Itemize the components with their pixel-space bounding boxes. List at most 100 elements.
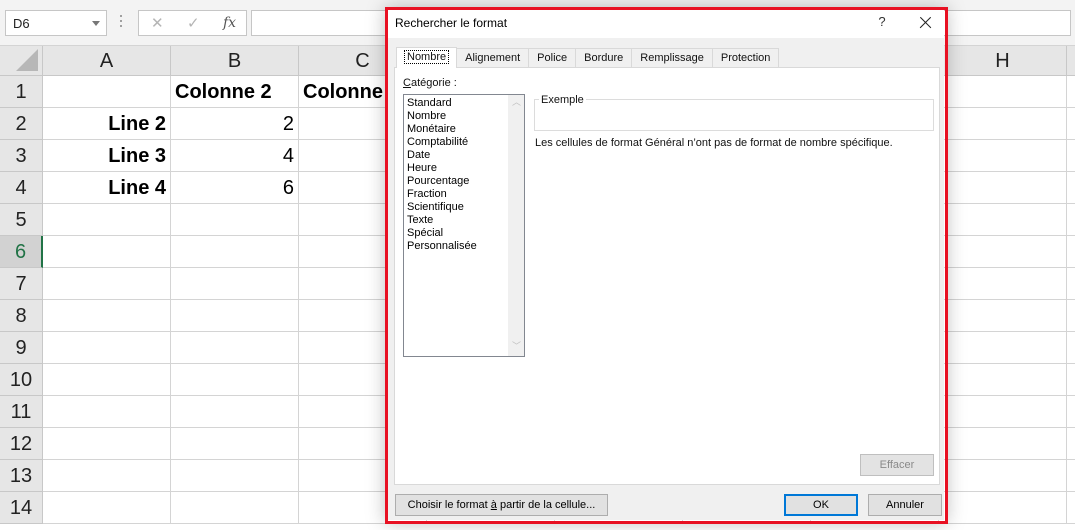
cell-a4[interactable]: Line 4: [43, 172, 171, 204]
cell-a11[interactable]: [43, 396, 171, 428]
cell-i13[interactable]: [1067, 460, 1075, 492]
select-all-button[interactable]: [0, 46, 43, 76]
category-listbox[interactable]: Standard Nombre Monétaire Comptabilité Date H…: [403, 94, 525, 357]
clear-button[interactable]: Effacer: [860, 454, 934, 476]
cell-a8[interactable]: [43, 300, 171, 332]
cell-a14[interactable]: [43, 492, 171, 524]
row-header-10[interactable]: 10: [0, 364, 43, 396]
cell-i14[interactable]: [1067, 492, 1075, 524]
insert-function-icon[interactable]: fx: [223, 15, 236, 31]
category-item[interactable]: Comptabilité: [407, 136, 477, 149]
row-header-1[interactable]: 1: [0, 76, 43, 108]
cell-b8[interactable]: [171, 300, 299, 332]
cell-i10[interactable]: [1067, 364, 1075, 396]
column-header-i[interactable]: [1067, 46, 1075, 76]
row-header-11[interactable]: 11: [0, 396, 43, 428]
category-item[interactable]: Spécial: [407, 227, 477, 240]
cell-b10[interactable]: [171, 364, 299, 396]
cancel-icon[interactable]: ✕: [151, 14, 164, 32]
cell-h9[interactable]: [939, 332, 1067, 364]
cell-b6[interactable]: [171, 236, 299, 268]
category-item[interactable]: Nombre: [407, 110, 477, 123]
cell-b11[interactable]: [171, 396, 299, 428]
cell-b7[interactable]: [171, 268, 299, 300]
row-header-5[interactable]: 5: [0, 204, 43, 236]
row-header-6[interactable]: 6: [0, 236, 43, 268]
column-header-b[interactable]: B: [171, 46, 299, 76]
cell-b5[interactable]: [171, 204, 299, 236]
cell-b4[interactable]: 6: [171, 172, 299, 204]
cell-i3[interactable]: [1067, 140, 1075, 172]
category-item[interactable]: Monétaire: [407, 123, 477, 136]
cell-b12[interactable]: [171, 428, 299, 460]
cell-i9[interactable]: [1067, 332, 1075, 364]
category-item[interactable]: Heure: [407, 162, 477, 175]
row-header-8[interactable]: 8: [0, 300, 43, 332]
cell-h12[interactable]: [939, 428, 1067, 460]
cell-h6[interactable]: [939, 236, 1067, 268]
row-header-4[interactable]: 4: [0, 172, 43, 204]
cell-i4[interactable]: [1067, 172, 1075, 204]
cell-i6[interactable]: [1067, 236, 1075, 268]
drag-handle-icon[interactable]: [120, 15, 122, 31]
cell-a6[interactable]: [43, 236, 171, 268]
ok-button[interactable]: OK: [784, 494, 858, 516]
tab-bordure[interactable]: Bordure: [575, 48, 633, 67]
cell-h7[interactable]: [939, 268, 1067, 300]
category-item[interactable]: Date: [407, 149, 477, 162]
cell-i12[interactable]: [1067, 428, 1075, 460]
name-box[interactable]: D6: [5, 10, 107, 36]
cell-i2[interactable]: [1067, 108, 1075, 140]
cell-a5[interactable]: [43, 204, 171, 236]
tab-nombre[interactable]: Nombre: [396, 47, 458, 68]
row-header-7[interactable]: 7: [0, 268, 43, 300]
close-icon[interactable]: [914, 12, 936, 34]
cell-h8[interactable]: [939, 300, 1067, 332]
cell-h13[interactable]: [939, 460, 1067, 492]
tab-protection[interactable]: Protection: [711, 48, 780, 67]
cell-a7[interactable]: [43, 268, 171, 300]
category-scrollbar[interactable]: ︿ ﹀: [508, 95, 524, 356]
column-header-a[interactable]: A: [43, 46, 171, 76]
scroll-up-icon[interactable]: ︿: [512, 98, 521, 107]
cell-h11[interactable]: [939, 396, 1067, 428]
cell-i8[interactable]: [1067, 300, 1075, 332]
cell-a10[interactable]: [43, 364, 171, 396]
cell-h5[interactable]: [939, 204, 1067, 236]
row-header-12[interactable]: 12: [0, 428, 43, 460]
category-item[interactable]: Personnalisée: [407, 240, 477, 253]
cell-b13[interactable]: [171, 460, 299, 492]
tab-police[interactable]: Police: [528, 48, 577, 67]
cell-h4[interactable]: [939, 172, 1067, 204]
cell-a9[interactable]: [43, 332, 171, 364]
cell-i1[interactable]: [1067, 76, 1075, 108]
category-item[interactable]: Texte: [407, 214, 477, 227]
tab-alignement[interactable]: Alignement: [456, 48, 530, 67]
cell-b3[interactable]: 4: [171, 140, 299, 172]
cancel-button[interactable]: Annuler: [868, 494, 942, 516]
cell-b9[interactable]: [171, 332, 299, 364]
cell-h14[interactable]: [939, 492, 1067, 524]
cell-b2[interactable]: 2: [171, 108, 299, 140]
row-header-3[interactable]: 3: [0, 140, 43, 172]
category-item[interactable]: Scientifique: [407, 201, 477, 214]
help-button[interactable]: ?: [874, 14, 890, 29]
cell-i11[interactable]: [1067, 396, 1075, 428]
cell-h1[interactable]: [939, 76, 1067, 108]
cell-a12[interactable]: [43, 428, 171, 460]
row-header-2[interactable]: 2: [0, 108, 43, 140]
row-header-14[interactable]: 14: [0, 492, 43, 524]
chevron-down-icon[interactable]: [92, 21, 100, 26]
cell-i7[interactable]: [1067, 268, 1075, 300]
column-header-h[interactable]: H: [939, 46, 1067, 76]
dialog-titlebar[interactable]: Rechercher le format ?: [388, 10, 944, 38]
category-item[interactable]: Pourcentage: [407, 175, 477, 188]
cell-b1[interactable]: Colonne 2: [171, 76, 299, 108]
cell-a1[interactable]: [43, 76, 171, 108]
scroll-down-icon[interactable]: ﹀: [512, 342, 521, 351]
cell-h2[interactable]: [939, 108, 1067, 140]
row-header-13[interactable]: 13: [0, 460, 43, 492]
cell-h10[interactable]: [939, 364, 1067, 396]
enter-icon[interactable]: ✓: [187, 14, 200, 32]
choose-format-from-cell-button[interactable]: Choisir le format à partir de la cellule…: [395, 494, 608, 516]
